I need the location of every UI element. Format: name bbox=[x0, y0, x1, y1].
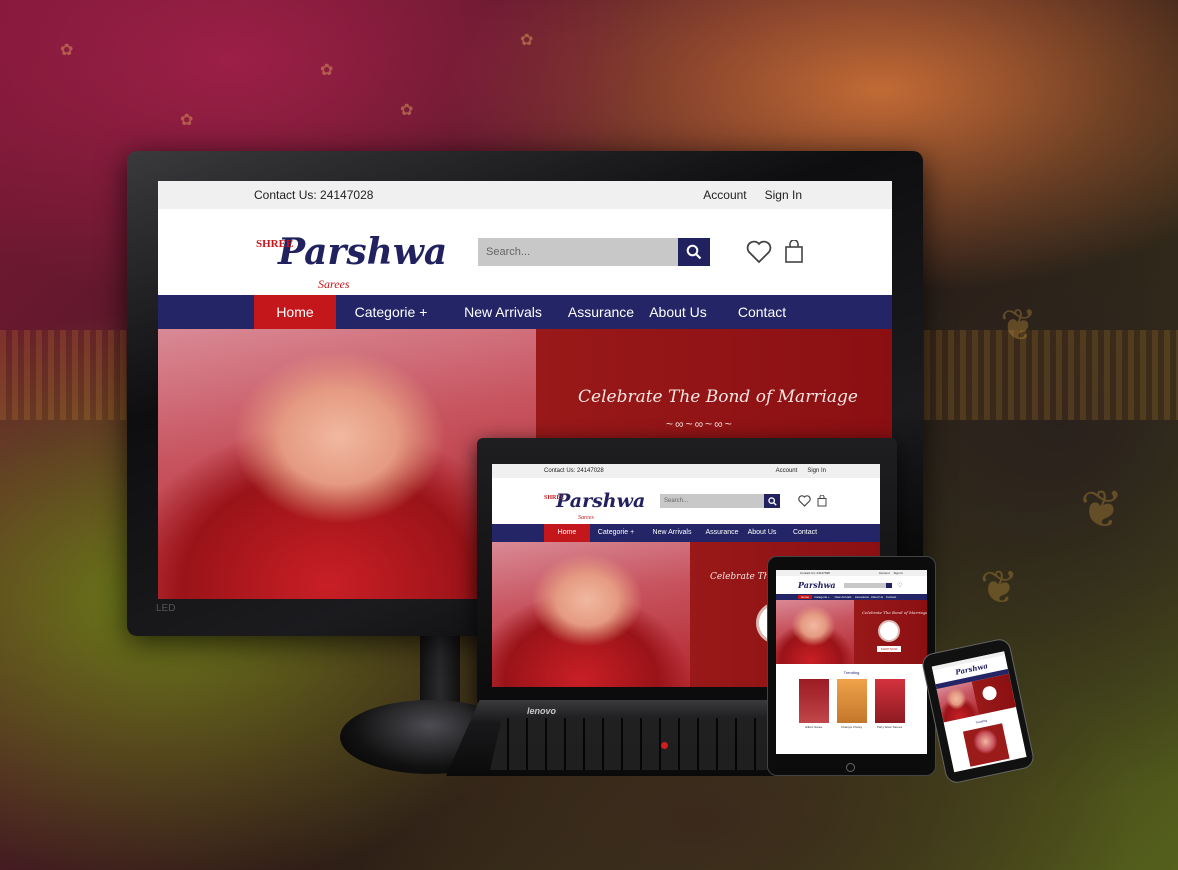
search-icon bbox=[686, 244, 702, 260]
nav-contact[interactable]: Contact bbox=[782, 524, 828, 542]
nav-categories[interactable]: Categorie + bbox=[812, 595, 832, 599]
shopping-bag-icon[interactable] bbox=[817, 495, 827, 507]
logo-sarees: Sarees bbox=[318, 277, 350, 291]
background-motif: ✿ bbox=[320, 62, 334, 79]
hero-banner: Celebrate The Bond of Marriage SHOP NOW bbox=[776, 600, 927, 664]
sign-in-link[interactable]: Sign In bbox=[807, 468, 826, 474]
hero-badge bbox=[878, 620, 900, 642]
site-logo[interactable]: Parshwa bbox=[798, 578, 838, 592]
smartphone: Parshwa Trending bbox=[920, 637, 1036, 785]
background-motif: ✿ bbox=[180, 112, 194, 129]
logo-parshwa: Parshwa bbox=[798, 580, 836, 590]
product-name: Gillam Saree bbox=[804, 725, 823, 729]
nav-home[interactable]: Home bbox=[798, 595, 812, 599]
nav-about-us[interactable]: About Us bbox=[642, 295, 714, 329]
site-header: SHREE Parshwa Sarees Search... bbox=[158, 209, 892, 295]
site-logo[interactable]: SHREE Parshwa Sarees bbox=[256, 222, 478, 291]
heart-icon[interactable]: ♡ bbox=[897, 582, 902, 589]
nav-new-arrivals[interactable]: New Arrivals bbox=[446, 295, 560, 329]
nav-categories[interactable]: Categorie + bbox=[336, 297, 446, 327]
main-nav: Home Categorie + New Arrivals Assurance … bbox=[492, 524, 880, 542]
hero-ornament: ~∞~∞~∞~ bbox=[666, 417, 734, 431]
background-motif: ✿ bbox=[60, 42, 74, 59]
nav-new-arrivals[interactable]: New Arrivals bbox=[642, 524, 702, 542]
contact-text: Contact Us: 24147028 bbox=[544, 468, 604, 474]
laptop-brand: lenovo bbox=[527, 706, 557, 716]
product-image bbox=[836, 679, 867, 723]
shopping-bag-icon[interactable] bbox=[784, 240, 804, 264]
tablet-home-button bbox=[846, 763, 855, 772]
sign-in-link[interactable]: Sign In bbox=[894, 571, 903, 575]
logo-shree: SHREE bbox=[256, 238, 294, 250]
trending-title: Trending bbox=[843, 670, 860, 675]
sign-in-link[interactable]: Sign In bbox=[765, 188, 802, 202]
monitor-brand: LED bbox=[156, 603, 176, 614]
tablet-site-preview: Contact Us: 24147028 Account Sign In Par… bbox=[776, 570, 927, 754]
search-input[interactable]: Search... bbox=[486, 246, 678, 258]
logo-parshwa: Parshwa bbox=[556, 490, 646, 512]
contact-text: Contact Us: 24147028 bbox=[800, 571, 830, 575]
nav-about-us[interactable]: About Us bbox=[742, 524, 782, 542]
search-input[interactable]: Search... bbox=[664, 498, 764, 504]
contact-text: Contact Us: 24147028 bbox=[254, 188, 374, 202]
logo-sarees: Sarees bbox=[578, 515, 594, 521]
background-motif: ✿ bbox=[400, 102, 414, 119]
background-motif: ✿ bbox=[520, 32, 534, 49]
search-button[interactable] bbox=[764, 494, 780, 508]
logo-shree: SHREE bbox=[544, 495, 565, 501]
search-bar[interactable] bbox=[844, 582, 892, 588]
product-image bbox=[962, 723, 1010, 767]
background-paisley: ❦ bbox=[1080, 481, 1124, 539]
topbar: Contact Us: 24147028 Account Sign In bbox=[492, 464, 880, 478]
topbar: Contact Us: 24147028 Account Sign In bbox=[158, 181, 892, 209]
search-button[interactable] bbox=[886, 582, 892, 588]
phone-site-preview: Parshwa Trending bbox=[931, 651, 1027, 773]
product-card[interactable]: Gillam Saree bbox=[798, 679, 829, 729]
search-icon bbox=[767, 496, 777, 506]
hero-badge bbox=[981, 684, 998, 702]
hero-tagline: Celebrate The Bond of Marriage bbox=[578, 387, 858, 407]
nav-assurance[interactable]: Assurance bbox=[854, 595, 870, 599]
hero-tagline: Celebrate The Bond of Marriage bbox=[862, 610, 927, 615]
heart-icon[interactable] bbox=[798, 495, 811, 507]
nav-categories[interactable]: Categorie + bbox=[590, 525, 642, 541]
nav-assurance[interactable]: Assurance bbox=[560, 295, 642, 329]
site-header: SHREE Parshwa Sarees Search... bbox=[492, 478, 880, 524]
account-link[interactable]: Account bbox=[703, 188, 746, 202]
search-bar[interactable]: Search... bbox=[660, 494, 780, 508]
account-link[interactable]: Account bbox=[776, 468, 798, 474]
bride-photo bbox=[936, 681, 979, 723]
site-logo[interactable]: SHREE Parshwa Sarees bbox=[544, 486, 660, 521]
product-image bbox=[798, 679, 829, 723]
nav-about-us[interactable]: About Us bbox=[870, 595, 884, 599]
background-paisley: ❦ bbox=[1000, 301, 1037, 350]
search-button[interactable] bbox=[678, 238, 710, 266]
background-paisley: ❦ bbox=[980, 561, 1019, 613]
bride-photo bbox=[776, 600, 854, 664]
product-image bbox=[874, 679, 905, 723]
nav-contact[interactable]: Contact bbox=[714, 295, 810, 329]
nav-new-arrivals[interactable]: New Arrivals bbox=[832, 595, 854, 599]
product-card[interactable]: Party Wear Sarees bbox=[874, 679, 905, 729]
trackpoint bbox=[661, 742, 668, 749]
nav-assurance[interactable]: Assurance bbox=[702, 524, 742, 542]
bride-photo bbox=[492, 542, 690, 687]
main-nav: Home Categorie + New Arrivals Assurance … bbox=[158, 295, 892, 329]
search-bar[interactable]: Search... bbox=[478, 238, 710, 266]
product-name: Party Wear Sarees bbox=[876, 725, 903, 729]
nav-contact[interactable]: Contact bbox=[884, 595, 898, 599]
heart-icon[interactable] bbox=[746, 240, 772, 264]
site-header: Parshwa ♡ bbox=[776, 576, 927, 594]
product-name: Chaniya Choley bbox=[840, 725, 863, 729]
shop-now-button[interactable]: SHOP NOW bbox=[877, 646, 901, 652]
trending-products: Gillam Saree Chaniya Choley Party Wear S… bbox=[776, 679, 927, 729]
product-card[interactable]: Chaniya Choley bbox=[836, 679, 867, 729]
account-link[interactable]: Account bbox=[879, 571, 890, 575]
logo-parshwa: Parshwa bbox=[278, 231, 448, 273]
